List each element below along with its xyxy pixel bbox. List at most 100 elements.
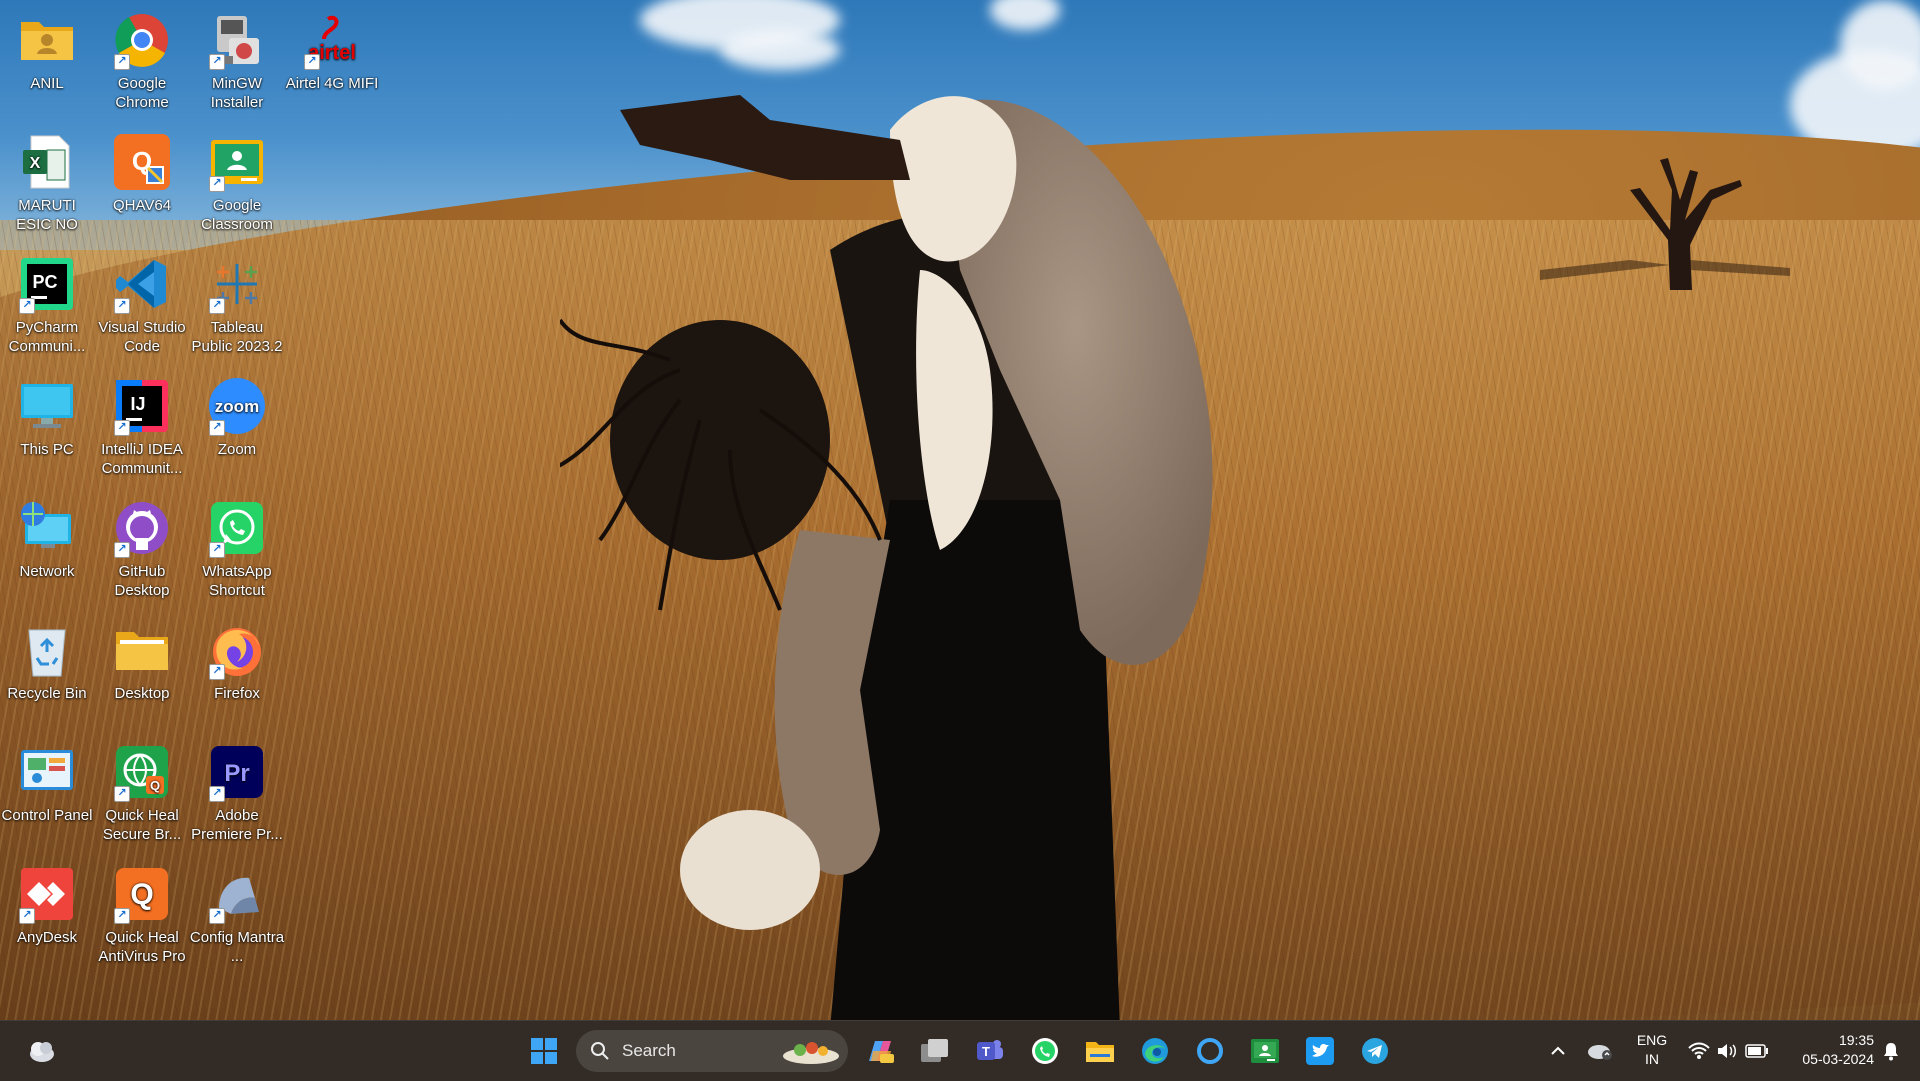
desktop-icon-label: Adobe Premiere Pr... (191, 807, 283, 843)
desktop-icon-zoom[interactable]: zoom ↗ Zoom (191, 368, 283, 486)
network-icon (17, 498, 77, 558)
desktop-icon-pycharm-communi[interactable]: PC ↗ PyCharm Communi... (1, 246, 93, 364)
clock-date: 05-03-2024 (1802, 1051, 1874, 1067)
svg-text:Q: Q (150, 778, 160, 793)
desktop-icon-anydesk[interactable]: ↗ AnyDesk (1, 856, 93, 974)
shortcut-arrow-icon: ↗ (114, 420, 130, 436)
onedrive-sync-icon[interactable] (1582, 1029, 1618, 1073)
vscode-icon: ↗ (112, 254, 172, 314)
svg-text:zoom: zoom (215, 397, 259, 416)
shortcut-arrow-icon: ↗ (114, 542, 130, 558)
desktop-icon-label: ANIL (30, 75, 64, 92)
desktop-icon-label: Control Panel (1, 807, 93, 824)
svg-text:X: X (30, 155, 41, 172)
search-icon (590, 1041, 610, 1061)
desktop-icon-label: Zoom (217, 441, 257, 458)
search-label: Search (622, 1041, 676, 1060)
svg-text:T: T (982, 1044, 990, 1059)
desktop-icon-visual-studio-code[interactable]: ↗ Visual Studio Code (96, 246, 188, 364)
desktop-icon-label: AnyDesk (16, 929, 78, 946)
desktop-icon-network[interactable]: Network (1, 490, 93, 608)
quick-heal-browser-icon: Q ↗ (112, 742, 172, 802)
shortcut-arrow-icon: ↗ (19, 298, 35, 314)
quick-heal-antivirus-icon: Q ↗ (112, 864, 172, 924)
desktop-icon-google-classroom[interactable]: ↗ Google Classroom (191, 124, 283, 242)
windows-start-icon[interactable] (522, 1029, 566, 1073)
desktop-wallpaper[interactable]: ANIL ↗ Google Chrome ↗ MinGW Installer airtel… (0, 0, 1920, 1020)
desktop-icon-recycle-bin[interactable]: Recycle Bin (1, 612, 93, 730)
language-indicator[interactable]: ENG IN (1630, 1031, 1674, 1069)
weather-icon[interactable] (20, 1029, 64, 1073)
copilot-icon[interactable] (858, 1029, 902, 1073)
desktop-icon-intellij-idea-communit[interactable]: IJ ↗ IntelliJ IDEA Communit... (96, 368, 188, 486)
shortcut-arrow-icon: ↗ (209, 298, 225, 314)
edge-icon[interactable] (1133, 1029, 1177, 1073)
desktop-icon-label: MARUTI ESIC NO (16, 197, 78, 233)
desktop-icon-label: Desktop (114, 685, 170, 702)
svg-text:Q: Q (130, 878, 153, 911)
clock[interactable]: 19:35 05-03-2024 (1780, 1031, 1874, 1069)
desktop-icon-desktop[interactable]: Desktop (96, 612, 188, 730)
show-hidden-icons-chevron-icon[interactable] (1540, 1029, 1576, 1073)
airtel-icon: airtel ↗ (302, 10, 362, 70)
file-explorer-icon[interactable] (1078, 1029, 1122, 1073)
desktop-icon-label: Tableau Public 2023.2 (191, 319, 283, 355)
notification-bell-icon[interactable] (1874, 1029, 1908, 1073)
desktop-icon-label: Quick Heal Secure Br... (102, 807, 182, 843)
pycharm-icon: PC ↗ (17, 254, 77, 314)
desktop-icon-label: Quick Heal AntiVirus Pro (98, 929, 186, 965)
desktop-icon-whatsapp-shortcut[interactable]: ↗ WhatsApp Shortcut (191, 490, 283, 608)
whatsapp-taskbar-icon[interactable] (1023, 1029, 1067, 1073)
desktop-icon-label: Recycle Bin (7, 685, 87, 702)
desktop-icon-qhav64[interactable]: Q QHAV64 (96, 124, 188, 242)
shortcut-arrow-icon: ↗ (209, 176, 225, 192)
config-mantra-icon: ↗ (207, 864, 267, 924)
desktop-icon-airtel-4g-mifi[interactable]: airtel ↗ Airtel 4G MIFI (286, 2, 378, 120)
whatsapp-icon: ↗ (207, 498, 267, 558)
excel-file-icon: X (17, 132, 77, 192)
desktop-icon-this-pc[interactable]: This PC (1, 368, 93, 486)
desktop-icon-quick-heal-secure-br[interactable]: Q ↗ Quick Heal Secure Br... (96, 734, 188, 852)
language-code: ENG (1636, 1032, 1668, 1048)
shortcut-arrow-icon: ↗ (114, 298, 130, 314)
desktop-icon-label: Firefox (214, 685, 260, 702)
desktop-icon-github-desktop[interactable]: ↗ GitHub Desktop (96, 490, 188, 608)
desktop-icon-label: Google Chrome (115, 75, 169, 111)
wallpaper-person (560, 95, 1213, 1020)
twitter-icon[interactable] (1298, 1029, 1342, 1073)
desktop-icons: ANIL ↗ Google Chrome ↗ MinGW Installer airtel… (0, 0, 400, 1000)
desktop-icon-label: Google Classroom (201, 197, 273, 233)
desktop-icon-maruti-esic-no[interactable]: X MARUTI ESIC NO (1, 124, 93, 242)
desktop-icon-config-mantra[interactable]: ↗ Config Mantra ... (189, 856, 285, 974)
desktop-icon-label: Network (19, 563, 75, 580)
desktop-icon-firefox[interactable]: ↗ Firefox (191, 612, 283, 730)
google-classroom-taskbar-icon[interactable] (1243, 1029, 1287, 1073)
desktop-icon-mingw-installer[interactable]: ↗ MinGW Installer (191, 2, 283, 120)
shortcut-arrow-icon: ↗ (209, 908, 225, 924)
google-classroom-icon: ↗ (207, 132, 267, 192)
desktop-icon-label: WhatsApp Shortcut (202, 563, 272, 599)
svg-text:IJ: IJ (130, 394, 145, 414)
desktop-icon-tableau-public-2023-2[interactable]: ↗ Tableau Public 2023.2 (191, 246, 283, 364)
desktop-icon-anil[interactable]: ANIL (1, 2, 93, 120)
battery-icon[interactable] (1742, 1029, 1772, 1073)
wifi-icon[interactable] (1686, 1029, 1712, 1073)
desktop-icon-label: Config Mantra ... (189, 929, 285, 965)
shortcut-arrow-icon: ↗ (304, 54, 320, 70)
zoom-icon: zoom ↗ (207, 376, 267, 436)
desktop-icon-label: PyCharm Communi... (8, 319, 86, 355)
telegram-icon[interactable] (1353, 1029, 1397, 1073)
taskbar-search-box[interactable]: Search (576, 1030, 848, 1072)
teams-icon[interactable]: T (968, 1029, 1012, 1073)
desktop-icon-adobe-premiere-pr[interactable]: Pr ↗ Adobe Premiere Pr... (191, 734, 283, 852)
desktop-icon-google-chrome[interactable]: ↗ Google Chrome (96, 2, 188, 120)
desktop-icon-control-panel[interactable]: Control Panel (1, 734, 93, 852)
search-highlight-icon (780, 1036, 842, 1066)
shortcut-arrow-icon: ↗ (114, 908, 130, 924)
shortcut-arrow-icon: ↗ (114, 54, 130, 70)
volume-icon[interactable] (1714, 1029, 1740, 1073)
task-view-icon[interactable] (913, 1029, 957, 1073)
svg-text:PC: PC (32, 272, 57, 292)
cortana-icon[interactable] (1188, 1029, 1232, 1073)
desktop-icon-quick-heal-antivirus-pro[interactable]: Q ↗ Quick Heal AntiVirus Pro (96, 856, 188, 974)
